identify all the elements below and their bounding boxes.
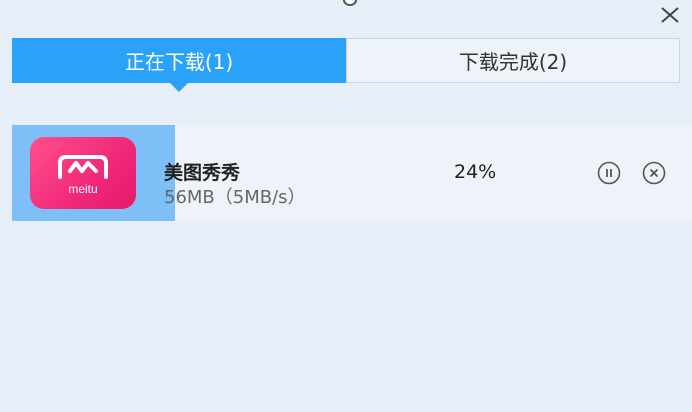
tab-completed-label: 下载完成(2) [458, 50, 568, 74]
close-icon [661, 7, 679, 23]
close-window-button[interactable] [658, 5, 682, 25]
meitu-logo-text: meitu [68, 182, 97, 196]
progress-percent: 24% [454, 161, 497, 183]
tab-downloading-label: 正在下载(1) [124, 50, 234, 74]
pause-icon [597, 161, 621, 185]
download-tabs: 正在下载(1) 下载完成(2) [12, 38, 680, 92]
app-name: 美图秀秀 [164, 162, 241, 184]
pause-button[interactable] [597, 161, 621, 185]
pin-icon[interactable] [343, 0, 357, 6]
cancel-icon [642, 161, 666, 185]
meitu-app-icon: meitu [30, 137, 136, 209]
tab-completed[interactable]: 下载完成(2) [346, 38, 680, 83]
download-item[interactable]: meitu 美图秀秀 56MB（5MB/s） 24% [12, 125, 692, 221]
tab-downloading[interactable]: 正在下载(1) [12, 38, 346, 92]
cancel-button[interactable] [642, 161, 666, 185]
app-size-speed: 56MB（5MB/s） [164, 187, 306, 208]
